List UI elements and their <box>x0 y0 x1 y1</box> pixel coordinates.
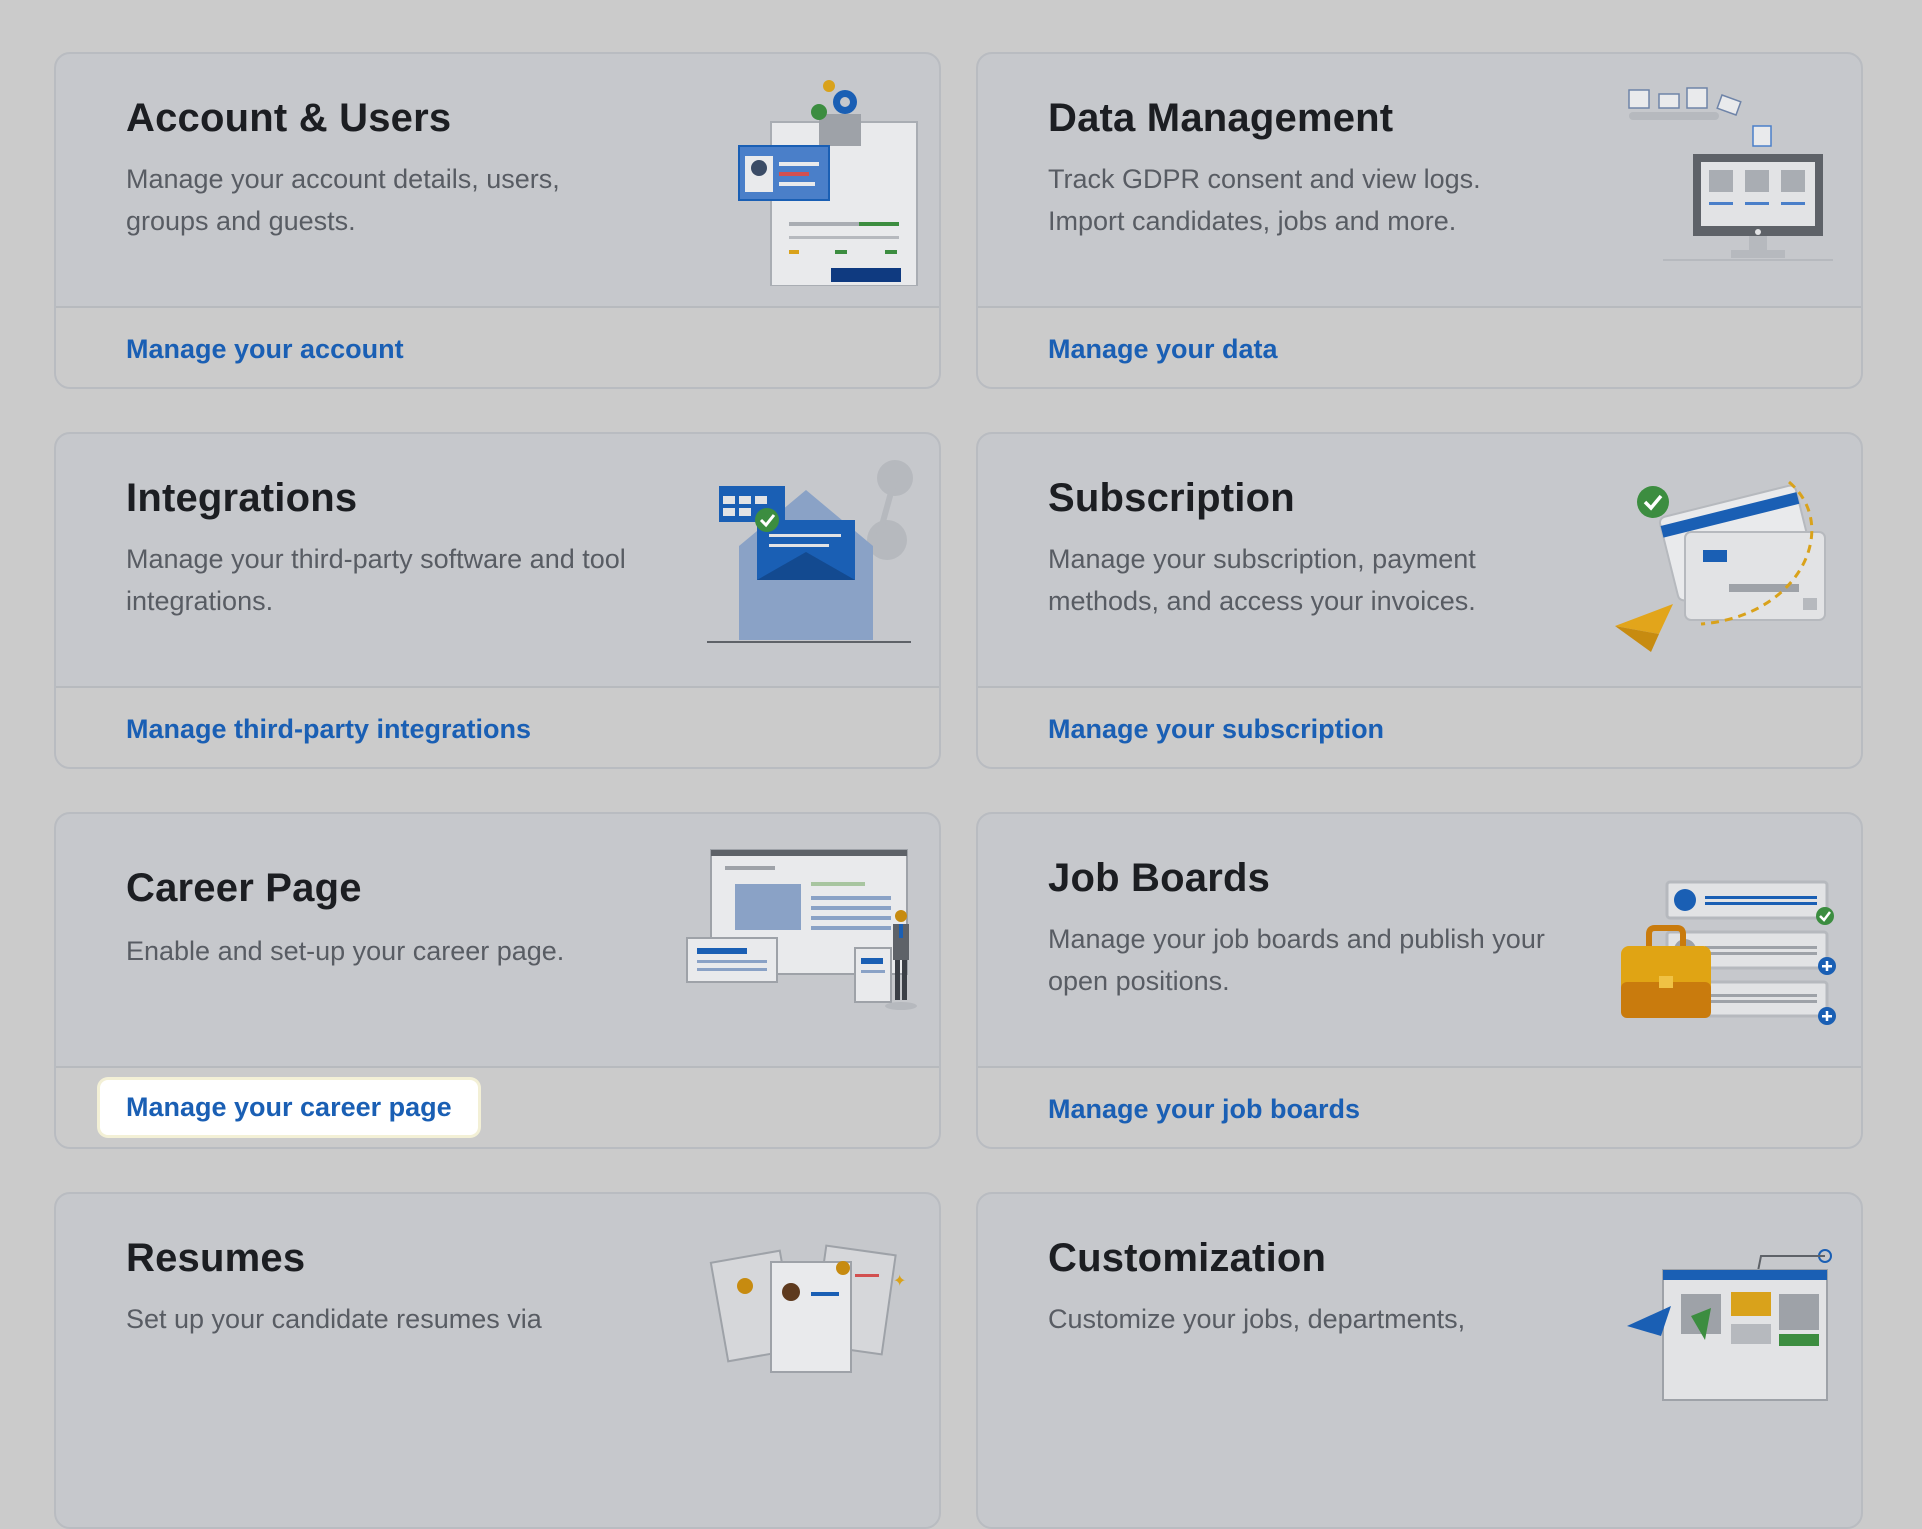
jobboards-illustration <box>1621 880 1836 1025</box>
card-data-management: Data Management Track GDPR consent and v… <box>976 52 1863 389</box>
card-customization: Customization Customize your jobs, depar… <box>976 1192 1863 1529</box>
card-title: Job Boards <box>1048 856 1271 900</box>
account-illustration <box>738 80 918 286</box>
card-job-boards: Job Boards Manage your job boards and pu… <box>976 812 1863 1149</box>
card-description: Track GDPR consent and view logs. Import… <box>1048 164 1481 236</box>
data-illustration <box>1628 87 1833 261</box>
card-description: Manage your subscription, payment method… <box>1048 544 1476 616</box>
manage-integrations-link[interactable]: Manage third-party integrations <box>126 714 531 745</box>
card-description: Manage your job boards and publish your … <box>1048 924 1545 996</box>
card-header: Customization Customize your jobs, depar… <box>978 1194 1861 1446</box>
resumes-illustration: ✦ <box>709 1244 906 1373</box>
card-title: Data Management <box>1048 96 1394 140</box>
svg-text:✦: ✦ <box>893 1271 906 1290</box>
card-header: Data Management Track GDPR consent and v… <box>978 54 1861 306</box>
customization-illustration <box>1627 1249 1832 1401</box>
card-title: Subscription <box>1048 476 1295 520</box>
card-title: Customization <box>1048 1236 1327 1280</box>
card-header: Resumes Set up your candidate resumes vi… <box>56 1194 939 1446</box>
manage-career-page-link[interactable]: Manage your career page <box>100 1080 478 1135</box>
card-title: Integrations <box>126 476 358 520</box>
card-subscription: Subscription Manage your subscription, p… <box>976 432 1863 769</box>
card-resumes: Resumes Set up your candidate resumes vi… <box>54 1192 941 1529</box>
card-header: Integrations Manage your third-party sof… <box>56 434 939 686</box>
card-description: Set up your candidate resumes via <box>126 1304 542 1334</box>
card-header: Job Boards Manage your job boards and pu… <box>978 814 1861 1066</box>
card-title: Career Page <box>126 866 362 910</box>
subscription-illustration <box>1615 480 1826 652</box>
card-header: Account & Users Manage your account deta… <box>56 54 939 306</box>
card-description: Manage your third-party software and too… <box>126 544 626 616</box>
card-integrations: Integrations Manage your third-party sof… <box>54 432 941 769</box>
card-header: Subscription Manage your subscription, p… <box>978 434 1861 686</box>
manage-data-link[interactable]: Manage your data <box>1048 334 1278 365</box>
card-footer: Manage your job boards <box>978 1066 1861 1147</box>
card-footer: Manage your career page <box>56 1066 939 1147</box>
card-footer: Manage third-party integrations <box>56 686 939 767</box>
card-description: Customize your jobs, departments, <box>1048 1304 1466 1334</box>
card-career-page: Career Page Enable and set-up your caree… <box>54 812 941 1149</box>
manage-account-link[interactable]: Manage your account <box>126 334 404 365</box>
card-footer: Manage your subscription <box>978 686 1861 767</box>
manage-job-boards-link[interactable]: Manage your job boards <box>1048 1094 1360 1125</box>
card-footer: Manage your account <box>56 306 939 387</box>
settings-grid: Account & Users Manage your account deta… <box>0 0 1922 1529</box>
manage-subscription-link[interactable]: Manage your subscription <box>1048 714 1384 745</box>
card-description: Manage your account details, users, grou… <box>126 164 560 236</box>
card-title: Account & Users <box>126 96 452 140</box>
card-footer: Manage your data <box>978 306 1861 387</box>
career-illustration <box>686 849 917 1010</box>
card-header: Career Page Enable and set-up your caree… <box>56 814 939 1066</box>
card-account-users: Account & Users Manage your account deta… <box>54 52 941 389</box>
integrations-illustration <box>707 460 913 643</box>
card-description: Enable and set-up your career page. <box>126 936 565 966</box>
card-title: Resumes <box>126 1236 306 1280</box>
